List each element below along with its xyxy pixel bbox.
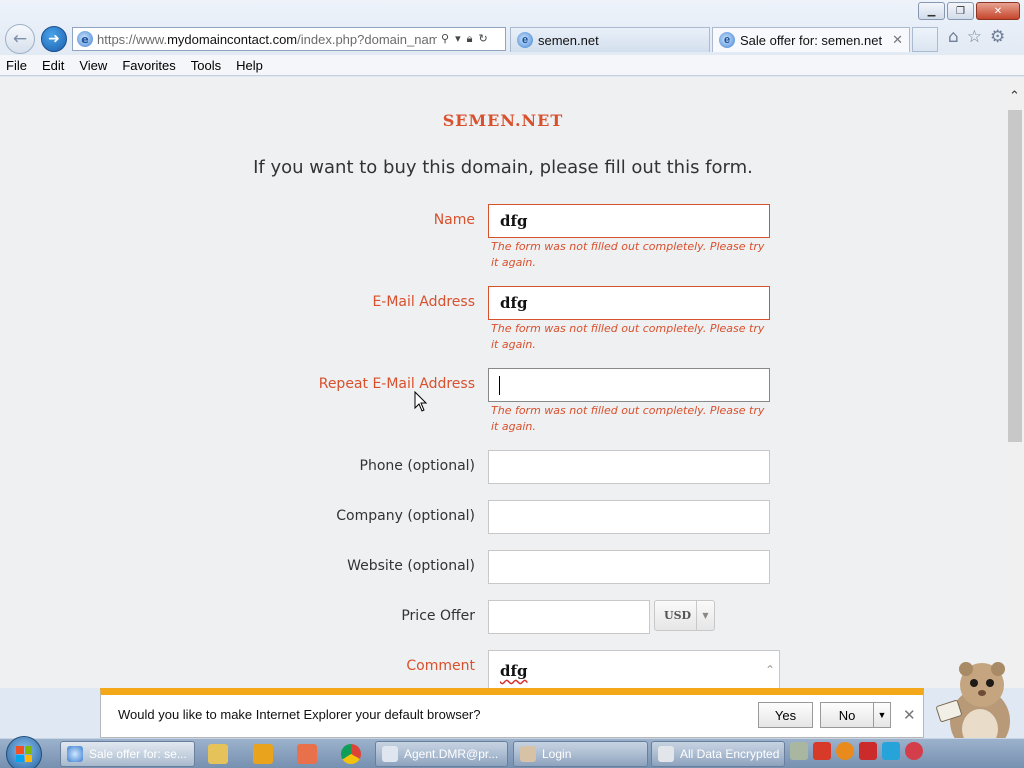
price-offer-input[interactable] [488, 600, 650, 634]
currency-select[interactable]: USD ▼ [654, 600, 715, 631]
app-icon[interactable] [297, 744, 317, 764]
media-player-icon[interactable] [253, 744, 273, 764]
taskbar-item-agent[interactable]: Agent.DMR@pr... [375, 741, 508, 767]
start-button[interactable] [6, 736, 42, 768]
scrollbar-thumb[interactable] [1008, 110, 1022, 442]
email-label: E-Mail Address [372, 294, 475, 310]
menu-view[interactable]: View [79, 58, 107, 73]
chevron-up-icon[interactable]: ⌃ [765, 663, 775, 677]
address-url[interactable]: https://www.mydomaincontact.com/index.ph… [97, 32, 437, 47]
tray-record-icon[interactable] [905, 742, 923, 760]
window-app-icon [658, 746, 674, 762]
favorites-star-icon[interactable]: ☆ [967, 27, 982, 47]
chrome-icon[interactable] [341, 744, 361, 764]
tray-app-icon[interactable] [790, 742, 808, 760]
repeat-email-input[interactable] [488, 368, 770, 402]
tab-label: Sale offer for: semen.net [740, 32, 883, 48]
taskbar-item-encrypted[interactable]: All Data Encrypted [651, 741, 785, 767]
notification-text: Would you like to make Internet Explorer… [118, 707, 481, 722]
menu-tools[interactable]: Tools [191, 58, 221, 73]
default-browser-notification: Would you like to make Internet Explorer… [100, 688, 924, 738]
company-input[interactable] [488, 500, 770, 534]
comment-value: dfg [500, 662, 528, 680]
menu-file[interactable]: File [6, 58, 27, 73]
close-notification-icon[interactable]: ✕ [903, 706, 916, 724]
page-scrollbar[interactable]: ⌃ [1006, 77, 1024, 688]
dropdown-arrow-icon[interactable]: ▾ [455, 32, 461, 46]
search-icon[interactable]: ⚲ [441, 32, 449, 46]
forward-button[interactable]: ➜ [41, 26, 67, 52]
ie-icon [67, 746, 83, 762]
menu-help[interactable]: Help [236, 58, 263, 73]
website-label: Website (optional) [347, 558, 475, 574]
text-caret [499, 376, 500, 395]
no-button[interactable]: No [820, 702, 874, 728]
lock-icon[interactable]: 🔒︎ [467, 32, 473, 46]
phone-label: Phone (optional) [359, 458, 475, 474]
company-label: Company (optional) [336, 508, 475, 524]
email-error: The form was not filled out completely. … [491, 322, 765, 351]
address-bar[interactable]: e https://www.mydomaincontact.com/index.… [72, 27, 506, 51]
currency-value: USD [664, 609, 692, 622]
menu-edit[interactable]: Edit [42, 58, 64, 73]
forward-arrow-icon: ➜ [48, 31, 60, 47]
website-input[interactable] [488, 550, 770, 584]
close-tab-icon[interactable]: ✕ [892, 32, 903, 48]
system-tray [790, 742, 923, 760]
refresh-icon[interactable]: ↻ [478, 32, 487, 46]
user-icon [520, 746, 536, 762]
name-value: dfg [500, 212, 528, 230]
email-input[interactable]: dfg [488, 286, 770, 320]
comment-textarea[interactable]: dfg ⌃ [488, 650, 780, 688]
repeat-email-error: The form was not filled out completely. … [491, 404, 765, 433]
intro-text: If you want to buy this domain, please f… [253, 157, 753, 178]
minimize-button[interactable]: ▁ [918, 2, 945, 20]
taskbar-item-ie[interactable]: Sale offer for: se... [60, 741, 195, 767]
window-app-icon [382, 746, 398, 762]
no-dropdown-button[interactable]: ▼ [873, 702, 891, 728]
menu-bar: File Edit View Favorites Tools Help [0, 55, 1024, 76]
repeat-email-label: Repeat E-Mail Address [318, 376, 475, 392]
new-tab-button[interactable] [912, 27, 938, 52]
menu-favorites[interactable]: Favorites [122, 58, 175, 73]
mouse-cursor-icon [414, 391, 428, 412]
tab-label: semen.net [538, 32, 599, 48]
tray-search-icon[interactable] [836, 742, 854, 760]
chevron-down-icon: ▼ [877, 710, 887, 720]
settings-gear-icon[interactable]: ⚙ [990, 27, 1005, 47]
window-controls: ▁ ❐ ✕ [918, 2, 1020, 20]
close-window-button[interactable]: ✕ [976, 2, 1020, 20]
name-input[interactable]: dfg [488, 204, 770, 238]
phone-input[interactable] [488, 450, 770, 484]
chevron-down-icon: ▼ [696, 601, 714, 630]
back-button[interactable]: ← [5, 24, 35, 54]
tab-semen-net[interactable]: e semen.net [510, 27, 710, 52]
email-value: dfg [500, 294, 528, 312]
site-title: SEMEN.NET [442, 111, 564, 130]
restore-button[interactable]: ❐ [947, 2, 974, 20]
ie-page-icon: e [77, 31, 93, 47]
tray-flag-icon[interactable] [859, 742, 877, 760]
tray-monitor-icon[interactable] [882, 742, 900, 760]
windows-taskbar: Sale offer for: se... Agent.DMR@pr... Lo… [0, 736, 1024, 768]
price-offer-label: Price Offer [401, 608, 475, 624]
browser-chrome: ▁ ❐ ✕ ← ➜ e https://www.mydomaincontact.… [0, 0, 1024, 76]
ie-tab-icon: e [719, 32, 735, 48]
back-arrow-icon: ← [12, 29, 28, 49]
name-error: The form was not filled out completely. … [491, 240, 765, 269]
taskbar-item-login[interactable]: Login [513, 741, 648, 767]
tray-v-icon[interactable] [813, 742, 831, 760]
comment-label: Comment [406, 658, 475, 674]
home-icon[interactable]: ⌂ [948, 27, 959, 47]
folder-icon[interactable] [208, 744, 228, 764]
yes-button[interactable]: Yes [758, 702, 813, 728]
name-label: Name [433, 212, 475, 228]
page-viewport: SEMEN.NET If you want to buy this domain… [0, 77, 1006, 688]
windows-logo-icon [16, 746, 32, 762]
chevron-up-icon[interactable]: ⌃ [1009, 89, 1020, 104]
tab-sale-offer[interactable]: e Sale offer for: semen.net ✕ [712, 27, 910, 52]
ie-tab-icon: e [517, 32, 533, 48]
